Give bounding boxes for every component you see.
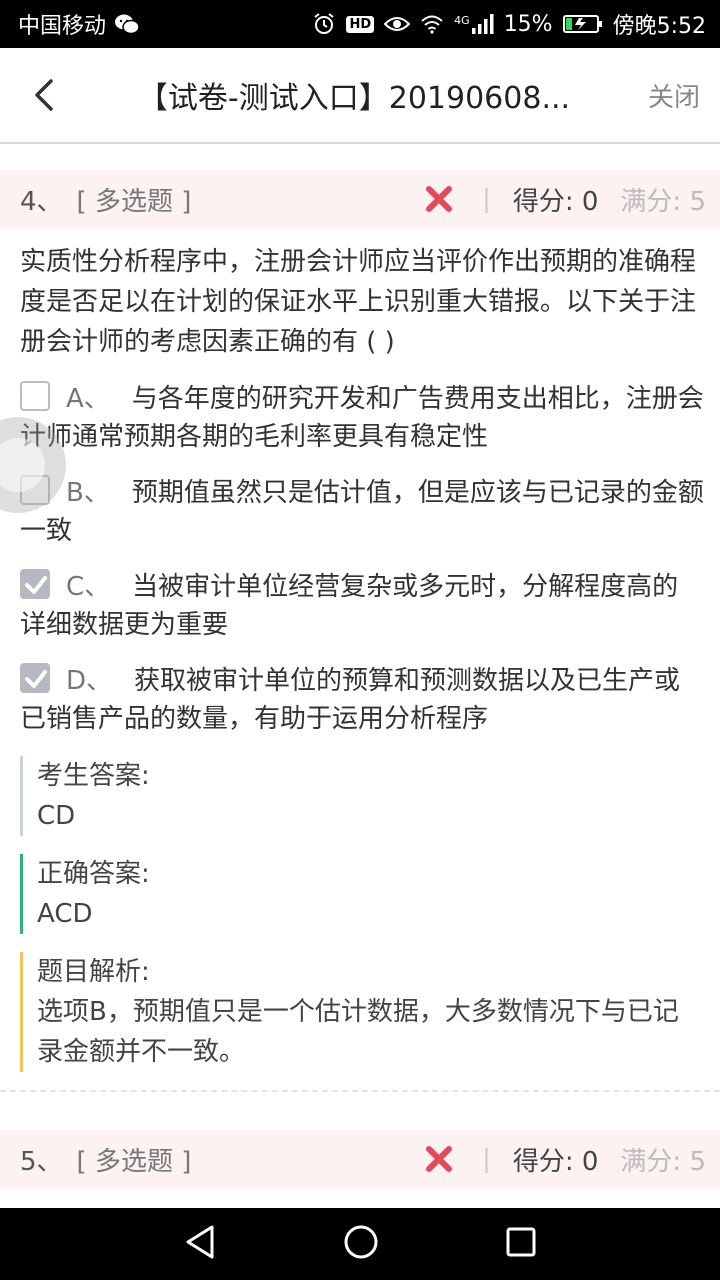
option-b[interactable]: B、 预期值虽然只是估计值，但是应该与已记录的金额一致 [20,474,704,550]
circle-home-icon [344,1225,378,1259]
analysis-block: 题目解析: 选项B，预期值只是一个估计数据，大多数情况下与已记录金额并不一致。 [20,952,704,1072]
full-score-label: 满分: 5 [620,186,706,217]
triangle-back-icon [186,1225,214,1259]
question-divider [0,1090,720,1092]
next-question-header: 5、 [ 多选题 ] | 得分: 0 满分: 5 [0,1130,720,1188]
question-text: 实质性分析程序中，注册会计师应当评价作出预期的准确程度是否足以在计划的保证水平上… [20,247,697,357]
content-area[interactable]: 4、 [ 多选题 ] | 得分: 0 满分: 5 实质性分析程序中，注册会计师应… [0,146,720,1208]
option-c[interactable]: C、 当被审计单位经营复杂或多元时，分解程度高的详细数据更为重要 [20,568,704,644]
analysis-label: 题目解析: [37,957,150,987]
battery-icon [562,14,603,34]
option-text: 预期值虽然只是估计值，但是应该与已记录的金额一致 [20,478,704,546]
back-button[interactable] [0,47,88,143]
status-bar: 中国移动 HD 4G 15% 傍晚5:52 [0,0,720,48]
status-right: HD 4G 15% 傍晚5:52 [312,8,706,40]
question-number: 4、 [20,186,63,217]
eye-icon [384,14,411,34]
full-score-label: 满分: 5 [620,1146,706,1177]
page-title: 【试卷-测试入口】20190608... [137,81,571,116]
option-key: D、 [66,666,113,696]
wrong-x-icon [424,184,454,214]
battery-percent: 15% [503,11,553,37]
checkbox-checked-icon[interactable] [20,663,50,693]
floating-assist-inner [0,438,45,492]
clock-time: 傍晚5:52 [612,14,706,39]
carrier-name: 中国移动 [18,14,107,39]
checkbox-icon[interactable] [20,381,50,411]
score-separator: | [482,1144,491,1174]
correct-answer-label: 正确答案: [37,859,150,889]
question-type: [ 多选题 ] [76,186,192,217]
question-type: [ 多选题 ] [76,1146,192,1177]
option-text: 当被审计单位经营复杂或多元时，分解程度高的详细数据更为重要 [20,572,679,640]
score-separator: | [482,184,491,214]
carrier-group: 中国移动 [18,8,140,40]
option-d[interactable]: D、 获取被审计单位的预算和预测数据以及已生产或已销售产品的数量，有助于运用分析程… [20,662,704,738]
options-list: A、 与各年度的研究开发和广告费用支出相比，注册会计师通常预期各期的毛利率更具有稳… [0,362,720,738]
square-recents-icon [506,1227,536,1257]
option-key: C、 [66,572,111,602]
analysis-text: 选项B，预期值只是一个估计数据，大多数情况下与已记录金额并不一致。 [37,997,679,1067]
score-label: 得分: 0 [512,186,599,217]
option-key: A、 [66,384,110,414]
question-header: 4、 [ 多选题 ] | 得分: 0 满分: 5 [0,170,720,228]
score-label: 得分: 0 [512,1146,599,1177]
correct-answer-value: ACD [37,899,93,929]
app-header: 【试卷-测试入口】20190608... 关闭 [0,48,720,144]
nav-home-button[interactable] [343,1224,379,1264]
student-answer-value: CD [37,801,76,831]
correct-answer-block: 正确答案: ACD [20,854,704,934]
close-button[interactable]: 关闭 [628,77,720,114]
checkbox-checked-icon[interactable] [20,569,50,599]
network-type: 4G [454,14,470,27]
alarm-icon [312,12,336,36]
option-key: B、 [66,478,110,508]
wifi-icon [420,14,444,34]
option-a[interactable]: A、 与各年度的研究开发和广告费用支出相比，注册会计师通常预期各期的毛利率更具有稳… [20,380,704,456]
option-text: 与各年度的研究开发和广告费用支出相比，注册会计师通常预期各期的毛利率更具有稳定性 [20,384,704,452]
hd-icon: HD [346,15,375,33]
nav-recents-button[interactable] [505,1226,537,1262]
chevron-left-icon [35,79,53,111]
wechat-icon [114,13,140,35]
question-number: 5、 [20,1146,63,1177]
option-text: 获取被审计单位的预算和预测数据以及已生产或已销售产品的数量，有助于运用分析程序 [20,666,681,734]
student-answer-block: 考生答案: CD [20,756,704,836]
nav-back-button[interactable] [183,1224,217,1264]
wrong-x-icon [424,1144,454,1174]
signal-icon: 4G [454,14,494,34]
system-nav-bar [0,1208,720,1280]
student-answer-label: 考生答案: [37,761,150,791]
